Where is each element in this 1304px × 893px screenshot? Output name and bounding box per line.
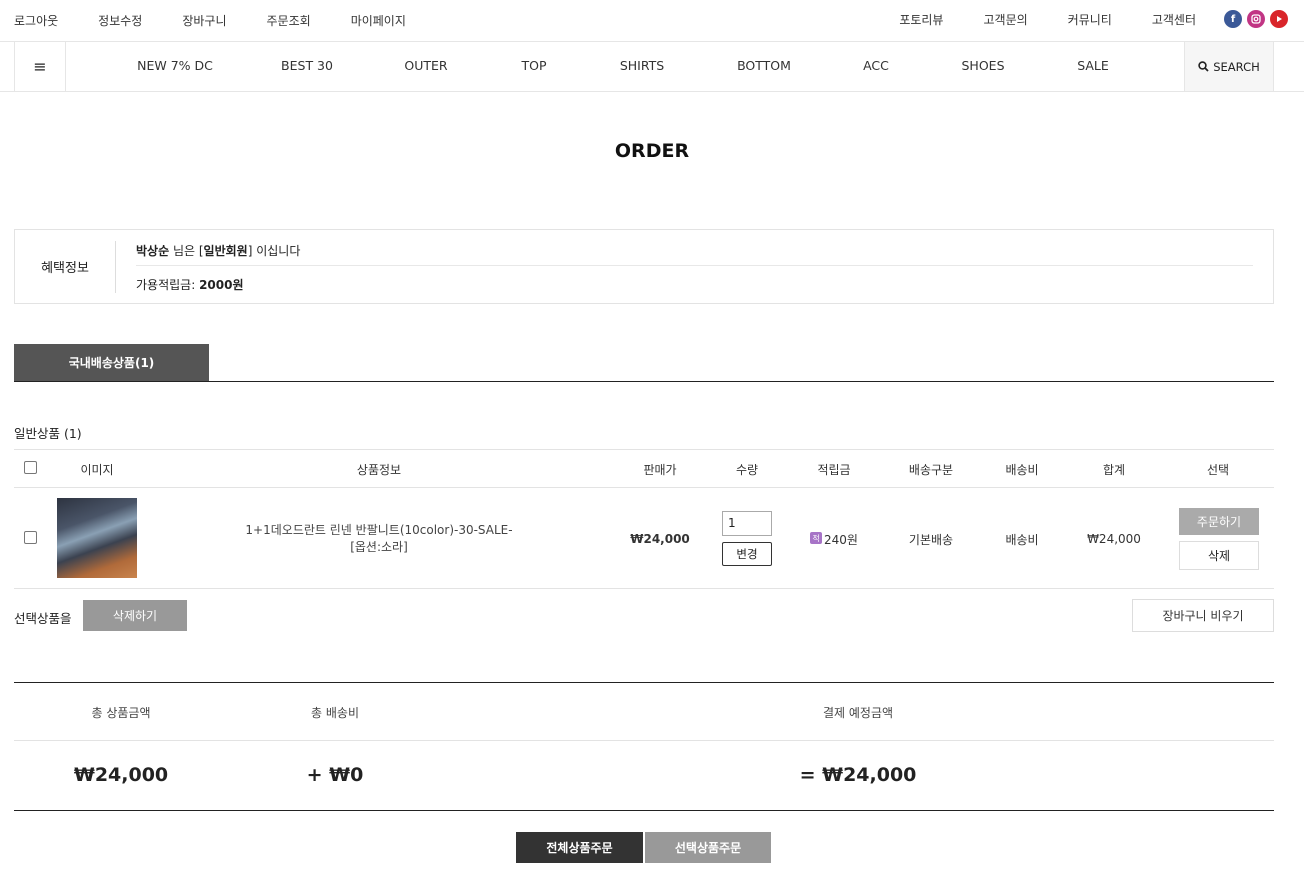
header-shipping-fee: 배송비 bbox=[1005, 463, 1039, 477]
member-text-tail: ] 이십니다 bbox=[247, 244, 301, 258]
payment-value: = ₩24,000 bbox=[799, 764, 917, 786]
benefit-label: 혜택정보 bbox=[41, 261, 89, 276]
main-nav: ≡ NEW 7% DC BEST 30 OUTER TOP SHIRTS BOT… bbox=[0, 42, 1304, 92]
shipping-type: 기본배송 bbox=[908, 533, 954, 547]
product-thumbnail[interactable] bbox=[57, 498, 137, 578]
category-menu: NEW 7% DC BEST 30 OUTER TOP SHIRTS BOTTO… bbox=[66, 42, 1184, 91]
header-product-info: 상품정보 bbox=[356, 463, 402, 477]
photo-review-link[interactable]: 포토리뷰 bbox=[899, 11, 943, 28]
nav-item-top[interactable]: TOP bbox=[521, 58, 546, 73]
header-points: 적립금 bbox=[817, 463, 851, 477]
customer-center-link[interactable]: 고객센터 bbox=[1152, 11, 1196, 28]
delete-item-button[interactable]: 삭제 bbox=[1179, 541, 1259, 570]
top-bar: 로그아웃 정보수정 장바구니 주문조회 마이페이지 포토리뷰 고객문의 커뮤니티… bbox=[0, 0, 1304, 42]
header-quantity: 수량 bbox=[735, 463, 759, 477]
product-points: 240원 bbox=[824, 533, 858, 547]
delete-selected-button[interactable]: 삭제하기 bbox=[83, 600, 187, 631]
points-text: 가용적립금: 2000원 bbox=[136, 276, 244, 293]
header-select: 선택 bbox=[1206, 463, 1230, 477]
order-selected-button[interactable]: 선택상품주문 bbox=[645, 832, 771, 863]
nav-item-shirts[interactable]: SHIRTS bbox=[620, 58, 664, 73]
nav-item-new[interactable]: NEW 7% DC bbox=[137, 58, 213, 73]
payment-label: 결제 예정금액 bbox=[822, 706, 894, 720]
instagram-icon[interactable] bbox=[1247, 10, 1265, 28]
search-label: SEARCH bbox=[1213, 59, 1260, 74]
empty-cart-button[interactable]: 장바구니 비우기 bbox=[1132, 599, 1274, 632]
header-image: 이미지 bbox=[80, 463, 114, 477]
product-name[interactable]: 1+1데오드란트 린넨 반팔니트(10color)-30-SALE- [옵션:소… bbox=[229, 522, 529, 556]
order-lookup-link[interactable]: 주문조회 bbox=[267, 12, 311, 29]
account-links: 로그아웃 정보수정 장바구니 주문조회 마이페이지 bbox=[14, 12, 446, 29]
youtube-icon[interactable] bbox=[1270, 10, 1288, 28]
total-products-label: 총 상품금액 bbox=[91, 706, 151, 720]
change-quantity-button[interactable]: 변경 bbox=[722, 542, 772, 566]
facebook-icon[interactable]: f bbox=[1224, 10, 1242, 28]
header-total: 합계 bbox=[1102, 463, 1126, 477]
mypage-link[interactable]: 마이페이지 bbox=[351, 12, 406, 29]
nav-item-bottom[interactable]: BOTTOM bbox=[737, 58, 791, 73]
search-button[interactable]: SEARCH bbox=[1184, 42, 1274, 91]
selected-items-label: 선택상품을 bbox=[14, 611, 72, 626]
page-title: ORDER bbox=[614, 140, 690, 162]
table-header: 이미지 상품정보 판매가 수량 적립금 배송구분 배송비 합계 선택 bbox=[14, 449, 1274, 488]
edit-profile-link[interactable]: 정보수정 bbox=[98, 12, 142, 29]
table-row: 1+1데오드란트 린넨 반팔니트(10color)-30-SALE- [옵션:소… bbox=[14, 488, 1274, 589]
points-label: 가용적립금: bbox=[136, 278, 200, 292]
member-name: 박상순 bbox=[136, 244, 170, 258]
group-label: 일반상품 (1) bbox=[14, 426, 82, 441]
total-products-value: ₩24,000 bbox=[73, 764, 169, 786]
logout-link[interactable]: 로그아웃 bbox=[14, 12, 58, 29]
total-shipping-value: + ₩0 bbox=[306, 764, 364, 786]
member-grade: 일반회원 bbox=[203, 244, 248, 258]
header-shipping-type: 배송구분 bbox=[908, 463, 954, 477]
row-checkbox[interactable] bbox=[24, 531, 37, 544]
nav-item-best[interactable]: BEST 30 bbox=[281, 58, 333, 73]
divider bbox=[14, 740, 1274, 741]
divider bbox=[14, 810, 1274, 811]
hamburger-menu-icon[interactable]: ≡ bbox=[14, 42, 66, 91]
total-shipping-label: 총 배송비 bbox=[311, 706, 359, 720]
customer-inquiry-link[interactable]: 고객문의 bbox=[983, 11, 1027, 28]
product-name-line: 1+1데오드란트 린넨 반팔니트(10color)-30-SALE- bbox=[245, 523, 513, 537]
row-total: ₩24,000 bbox=[1087, 532, 1141, 546]
select-all-checkbox[interactable] bbox=[24, 461, 37, 474]
cart-link[interactable]: 장바구니 bbox=[182, 12, 226, 29]
tab-domestic-shipping[interactable]: 국내배송상품(1) bbox=[14, 344, 209, 381]
divider bbox=[14, 682, 1274, 683]
service-links: 포토리뷰 고객문의 커뮤니티 고객센터 f bbox=[899, 10, 1304, 28]
points-value: 2000원 bbox=[199, 278, 244, 292]
tab-underline bbox=[14, 381, 1274, 382]
nav-item-shoes[interactable]: SHOES bbox=[961, 58, 1004, 73]
community-link[interactable]: 커뮤니티 bbox=[1068, 11, 1112, 28]
divider bbox=[136, 265, 1253, 266]
social-links: f bbox=[1224, 10, 1288, 28]
benefit-info: 혜택정보 박상순 님은 [일반회원] 이십니다 가용적립금: 2000원 bbox=[14, 229, 1274, 304]
member-text-mid: 님은 [ bbox=[169, 244, 204, 258]
product-option: [옵션:소라] bbox=[350, 540, 408, 554]
quantity-input[interactable]: 1 bbox=[722, 511, 772, 536]
points-badge-icon: 적 bbox=[810, 532, 822, 544]
divider bbox=[115, 241, 116, 293]
shipping-fee: 배송비 bbox=[1005, 533, 1039, 547]
order-all-button[interactable]: 전체상품주문 bbox=[516, 832, 643, 863]
product-price: ₩24,000 bbox=[630, 532, 690, 546]
nav-item-sale[interactable]: SALE bbox=[1077, 58, 1109, 73]
nav-item-outer[interactable]: OUTER bbox=[404, 58, 447, 73]
order-item-button[interactable]: 주문하기 bbox=[1179, 508, 1259, 535]
nav-item-acc[interactable]: ACC bbox=[863, 58, 889, 73]
search-icon bbox=[1198, 61, 1209, 72]
member-grade-text: 박상순 님은 [일반회원] 이십니다 bbox=[136, 242, 300, 259]
header-price: 판매가 bbox=[643, 463, 677, 477]
